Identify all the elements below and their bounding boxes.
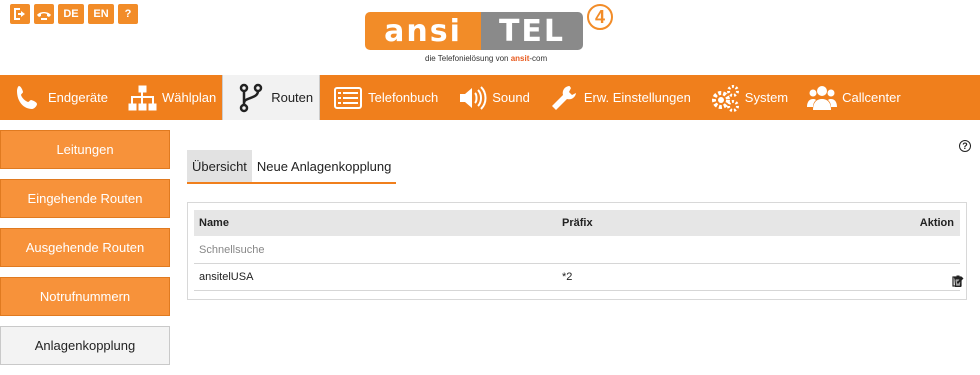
nav-item-system[interactable]: System bbox=[697, 75, 794, 120]
sidebar-item-anlagenkopplung[interactable]: Anlagenkopplung bbox=[0, 326, 170, 365]
nav-item-routen[interactable]: Routen bbox=[222, 75, 321, 120]
nav-item-telefonbuch[interactable]: Telefonbuch bbox=[320, 75, 444, 120]
nav-item-endgeraete[interactable]: Endgeräte bbox=[0, 75, 114, 120]
language-en-button[interactable]: EN bbox=[88, 4, 114, 24]
quick-search-input[interactable]: Schnellsuche bbox=[199, 237, 264, 263]
sidebar-item-eingehende-routen[interactable]: Eingehende Routen bbox=[0, 179, 170, 218]
sidebar-item-ausgehende-routen[interactable]: Ausgehende Routen bbox=[0, 228, 170, 267]
sitemap-icon bbox=[124, 80, 160, 116]
speaker-icon bbox=[454, 80, 490, 116]
gears-icon bbox=[707, 80, 743, 116]
column-header-praefix[interactable]: Präfix bbox=[562, 210, 593, 236]
nav-item-callcenter[interactable]: Callcenter bbox=[794, 75, 907, 120]
phone-hangup-icon[interactable] bbox=[34, 4, 54, 24]
logo-tagline: die Telefonielösung von ansit-com bbox=[425, 54, 547, 63]
help-icon[interactable]: ? bbox=[959, 140, 971, 152]
nav-item-sound[interactable]: Sound bbox=[444, 75, 536, 120]
nav-label: Erw. Einstellungen bbox=[583, 90, 691, 105]
quick-search-row[interactable]: Schnellsuche bbox=[194, 237, 960, 264]
sidebar: Leitungen Eingehende Routen Ausgehende R… bbox=[0, 130, 170, 375]
routes-table-panel: Name Präfix Aktion Schnellsuche ansitelU… bbox=[187, 202, 967, 300]
sidebar-item-notrufnummern[interactable]: Notrufnummern bbox=[0, 277, 170, 316]
nav-label: Routen bbox=[271, 90, 314, 105]
tab-neue-anlagenkopplung[interactable]: Neue Anlagenkopplung bbox=[252, 150, 396, 182]
tagline-suffix: -com bbox=[529, 54, 548, 63]
logo-wordmark: ansi TEL bbox=[365, 12, 583, 50]
nav-label: Sound bbox=[492, 90, 530, 105]
row-name: ansitelUSA bbox=[199, 271, 254, 283]
delete-icon[interactable] bbox=[952, 271, 964, 297]
main-navigation: Endgeräte Wählplan Routen Telefonbuch So… bbox=[0, 75, 980, 120]
sidebar-item-leitungen[interactable]: Leitungen bbox=[0, 130, 170, 169]
route-icon bbox=[233, 80, 269, 116]
logo-part-tel: TEL bbox=[481, 12, 583, 50]
phonebook-icon bbox=[330, 80, 366, 116]
table-header: Name Präfix Aktion bbox=[194, 210, 960, 236]
logo-version-badge: 4 bbox=[587, 4, 613, 30]
app-logo: ansi TEL 4 die Telefonielösung von ansit… bbox=[365, 4, 615, 70]
nav-label: Endgeräte bbox=[48, 90, 108, 105]
nav-label: System bbox=[744, 90, 789, 105]
row-prefix: *2 bbox=[562, 271, 573, 283]
tab-uebersicht[interactable]: Übersicht bbox=[187, 150, 252, 182]
help-button[interactable]: ? bbox=[118, 4, 138, 24]
wrench-icon bbox=[546, 80, 582, 116]
nav-item-erw-einstellungen[interactable]: Erw. Einstellungen bbox=[536, 75, 697, 120]
exit-icon[interactable] bbox=[10, 4, 30, 24]
column-header-name[interactable]: Name bbox=[199, 210, 229, 236]
table-row: ansitelUSA *2 bbox=[194, 264, 964, 291]
phone-icon bbox=[10, 80, 46, 116]
tagline-prefix: die Telefonielösung von bbox=[425, 54, 509, 63]
nav-label: Callcenter bbox=[842, 90, 901, 105]
column-header-aktion: Aktion bbox=[919, 217, 954, 229]
nav-item-waehlplan[interactable]: Wählplan bbox=[114, 75, 222, 120]
content-tabs: Übersicht Neue Anlagenkopplung bbox=[187, 150, 397, 184]
nav-label: Telefonbuch bbox=[368, 90, 439, 105]
language-de-button[interactable]: DE bbox=[58, 4, 84, 24]
users-icon bbox=[804, 80, 840, 116]
logo-part-ansi: ansi bbox=[365, 12, 481, 50]
tagline-brand: ansit bbox=[510, 54, 530, 63]
top-utility-bar: DE EN ? bbox=[10, 4, 138, 24]
nav-label: Wählplan bbox=[162, 90, 217, 105]
